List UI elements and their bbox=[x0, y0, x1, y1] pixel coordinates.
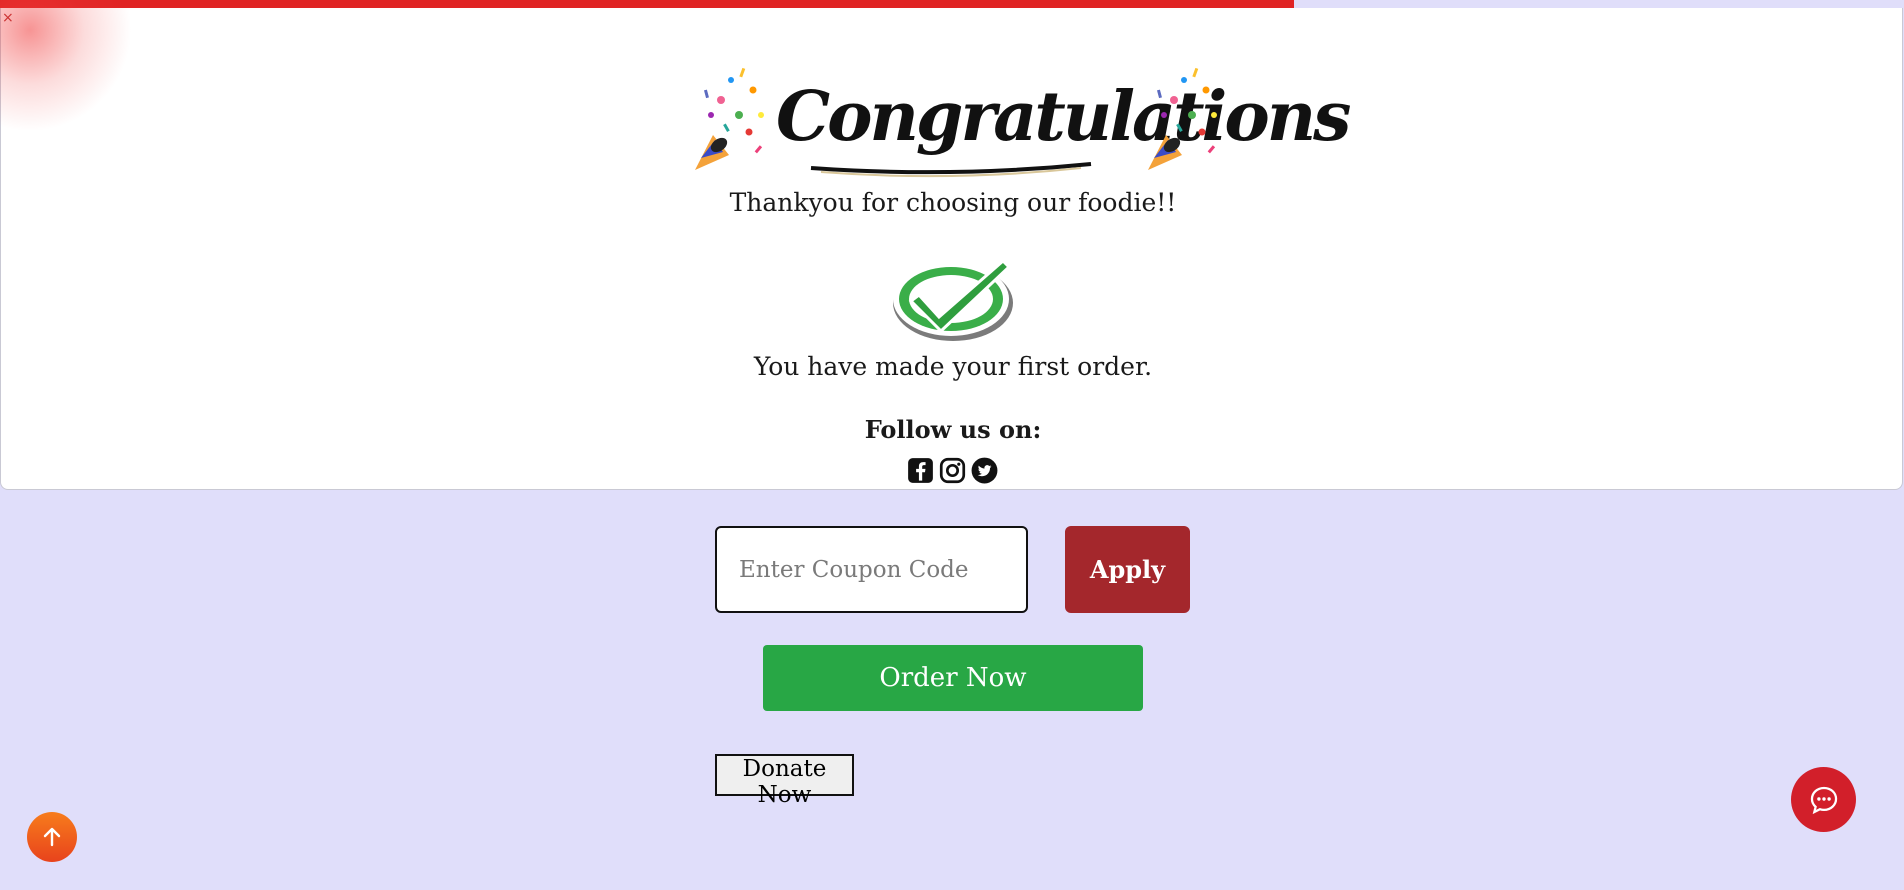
facebook-icon[interactable] bbox=[906, 456, 934, 484]
follow-us-label: Follow us on: bbox=[864, 415, 1042, 444]
apply-coupon-button[interactable]: Apply bbox=[1065, 526, 1190, 613]
donate-now-button[interactable]: Donate Now bbox=[715, 754, 854, 808]
title-swash bbox=[810, 162, 1092, 178]
congratulations-popup: Congratulations Thankyou for choosing ou… bbox=[0, 8, 1903, 490]
twitter-icon[interactable] bbox=[970, 456, 998, 484]
order-now-button[interactable]: Order Now bbox=[763, 645, 1143, 711]
checkmark-icon bbox=[893, 258, 1013, 341]
instagram-icon[interactable] bbox=[938, 456, 966, 484]
party-popper-icon bbox=[695, 67, 764, 170]
chat-bubble-icon bbox=[1810, 786, 1837, 814]
social-links bbox=[906, 456, 998, 484]
top-progress-bar bbox=[0, 0, 1294, 8]
chat-button[interactable] bbox=[1791, 767, 1856, 832]
first-order-message: You have made your first order. bbox=[753, 352, 1153, 381]
coupon-code-input[interactable] bbox=[715, 526, 1028, 613]
thank-you-message: Thankyou for choosing our foodie!! bbox=[729, 188, 1177, 217]
close-popup-button[interactable]: × bbox=[2, 11, 14, 25]
scroll-to-top-button[interactable] bbox=[27, 812, 77, 862]
party-popper-icon bbox=[1148, 67, 1217, 170]
arrow-up-icon bbox=[43, 827, 61, 847]
